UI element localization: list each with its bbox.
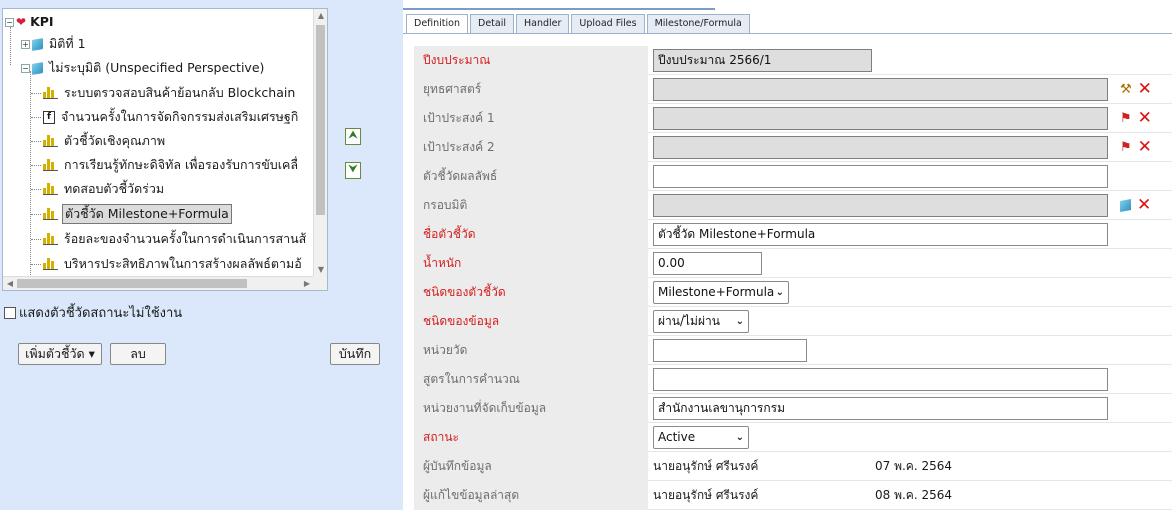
tab-bar: Definition Detail Handler Upload Files M… <box>406 14 752 34</box>
budget-year-label: ปีงบประมาณ <box>414 46 648 75</box>
outcome-kpi-label: ตัวชี้วัดผลลัพธ์ <box>414 162 648 191</box>
kpi-detail-panel: Definition Detail Handler Upload Files M… <box>403 0 1172 510</box>
weight-label: น้ำหนัก <box>414 249 648 278</box>
kpi-type-label: ชนิดของตัวชี้วัด <box>414 278 648 307</box>
flag-icon[interactable]: ⚑ <box>1120 140 1132 155</box>
chevron-down-icon: ⌄ <box>735 432 744 443</box>
tab-detail[interactable]: Detail <box>470 14 515 33</box>
status-select[interactable]: Active ⌄ <box>653 426 749 449</box>
last-editor-date: 08 พ.ค. 2564 <box>875 488 953 502</box>
data-type-label: ชนิดของข้อมูล <box>414 307 648 336</box>
cube-icon[interactable] <box>1120 199 1131 212</box>
bar-chart-icon <box>43 183 58 195</box>
objective2-field <box>653 136 1108 159</box>
tree-node-kpi[interactable]: บริหารประสิทธิภาพในการสร้างผลลัพธ์ตามอ้ <box>31 253 304 275</box>
tree-horizontal-scrollbar[interactable]: ◀ ▶ <box>3 276 314 290</box>
checkbox-icon[interactable] <box>4 306 16 319</box>
formula-icon: f <box>43 110 55 124</box>
tab-handler[interactable]: Handler <box>516 14 570 33</box>
clear-objective2-icon[interactable]: ✕ <box>1138 139 1152 156</box>
tab-upload-files[interactable]: Upload Files <box>571 14 645 33</box>
formula-input[interactable] <box>653 368 1108 391</box>
data-unit-input[interactable]: สำนักงานเลขานุการกรม <box>653 397 1108 420</box>
chevron-down-icon: ⌄ <box>775 287 784 298</box>
last-editor-label: ผู้แก้ไขข้อมูลล่าสุด <box>414 481 648 510</box>
bar-chart-icon <box>43 258 58 270</box>
show-inactive-checkbox[interactable]: แสดงตัวชี้วัดสถานะไม่ใช้งาน <box>4 302 182 323</box>
tree-node-kpi[interactable]: ทดสอบตัวชี้วัดร่วม <box>31 178 166 200</box>
bar-chart-icon <box>43 87 58 99</box>
bar-chart-icon <box>43 135 58 147</box>
clear-perspective-icon[interactable]: ✕ <box>1137 197 1151 214</box>
select-strategy-icon[interactable]: ⚒ <box>1120 82 1132 97</box>
definition-form: ปีงบประมาณ ปีงบประมาณ 2566/1 ยุทธศาสตร์ … <box>414 46 1172 510</box>
unit-input[interactable] <box>653 339 807 362</box>
objective1-field <box>653 107 1108 130</box>
tree-node-kpi[interactable]: f จำนวนครั้งในการจัดกิจกรรมส่งเสริมเศรษฐ… <box>31 106 300 128</box>
delete-button[interactable]: ลบ <box>110 343 166 365</box>
clear-strategy-icon[interactable]: ✕ <box>1138 81 1152 98</box>
weight-input[interactable]: 0.00 <box>653 252 762 275</box>
perspective-field <box>653 194 1108 217</box>
save-button[interactable]: บันทึก <box>330 343 380 365</box>
flag-icon[interactable]: ⚑ <box>1120 111 1132 126</box>
status-label: สถานะ <box>414 423 648 452</box>
recorder-date: 07 พ.ค. 2564 <box>875 459 953 473</box>
bar-chart-icon <box>43 208 58 220</box>
add-kpi-button[interactable]: เพิ่มตัวชี้วัด ▾ <box>18 343 102 365</box>
tree-node-kpi[interactable]: การเรียนรู้ทักษะดิจิทัล เพื่อรองรับการขั… <box>31 154 300 176</box>
bar-chart-icon <box>43 233 58 245</box>
budget-year-field: ปีงบประมาณ 2566/1 <box>653 49 872 72</box>
tree-node-kpi[interactable]: ร้อยละของจำนวนครั้งในการดำเนินการสานส้ <box>31 228 308 250</box>
heart-icon: ❤ <box>16 15 27 29</box>
unit-label: หน่วยวัด <box>414 336 648 365</box>
tree-vertical-scrollbar[interactable]: ▲ ▼ <box>313 9 327 277</box>
chevron-down-icon: ⌄ <box>735 316 744 327</box>
objective2-label: เป้าประสงค์ 2 <box>414 133 648 162</box>
last-editor-name: นายอนุรักษ์ ศรีนรงค์ <box>653 488 759 502</box>
cube-icon <box>32 37 43 51</box>
move-up-button[interactable]: ⮝ <box>345 128 361 145</box>
tab-milestone-formula[interactable]: Milestone/Formula <box>646 14 750 33</box>
tree-node-kpi-selected[interactable]: ตัวชี้วัด Milestone+Formula <box>31 203 232 225</box>
formula-label: สูตรในการคำนวณ <box>414 365 648 394</box>
bar-chart-icon <box>43 159 58 171</box>
tab-definition[interactable]: Definition <box>406 14 469 34</box>
tree-root[interactable]: − ❤ KPI <box>5 11 56 33</box>
strategy-field <box>653 78 1108 101</box>
tree-node-kpi[interactable]: ตัวชี้วัดเชิงคุณภาพ <box>31 130 167 152</box>
kpi-name-label: ชื่อตัวชี้วัด <box>414 220 648 249</box>
tree-node-unspecified[interactable]: − ไม่ระบุมิติ (Unspecified Perspective) <box>5 57 266 79</box>
objective1-label: เป้าประสงค์ 1 <box>414 104 648 133</box>
cube-icon <box>32 61 43 75</box>
kpi-type-select[interactable]: Milestone+Formula ⌄ <box>653 281 789 304</box>
kpi-tree: − ❤ KPI + มิติที่ 1 − ไม่ระบุมิติ (Unspe… <box>2 8 328 291</box>
recorder-name: นายอนุรักษ์ ศรีนรงค์ <box>653 459 759 473</box>
outcome-kpi-input[interactable] <box>653 165 1108 188</box>
data-unit-label: หน่วยงานที่จัดเก็บข้อมูล <box>414 394 648 423</box>
move-down-button[interactable]: ⮟ <box>345 162 361 179</box>
expand-icon[interactable]: + <box>21 39 30 49</box>
data-type-select[interactable]: ผ่าน/ไม่ผ่าน ⌄ <box>653 310 749 333</box>
kpi-name-input[interactable]: ตัวชี้วัด Milestone+Formula <box>653 223 1108 246</box>
perspective-label: กรอบมิติ <box>414 191 648 220</box>
tree-node-kpi[interactable]: ระบบตรวจสอบสินค้าย้อนกลับ Blockchain <box>31 82 297 104</box>
recorder-label: ผู้บันทึกข้อมูล <box>414 452 648 481</box>
collapse-icon[interactable]: − <box>5 17 14 27</box>
strategy-label: ยุทธศาสตร์ <box>414 75 648 104</box>
kpi-tree-panel: − ❤ KPI + มิติที่ 1 − ไม่ระบุมิติ (Unspe… <box>0 0 396 510</box>
collapse-icon[interactable]: − <box>21 63 30 73</box>
clear-objective1-icon[interactable]: ✕ <box>1138 110 1152 127</box>
tree-node-perspective-1[interactable]: + มิติที่ 1 <box>5 33 88 55</box>
